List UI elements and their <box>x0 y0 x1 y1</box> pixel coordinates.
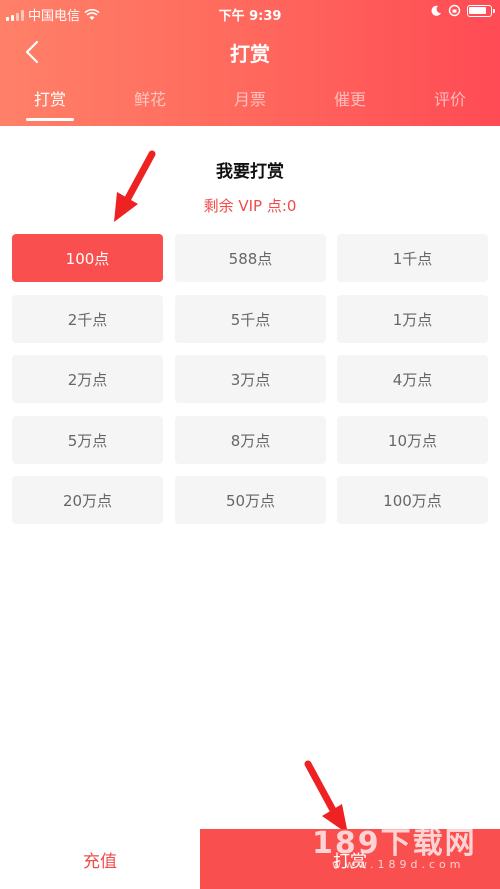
watermark-main-text: 189下载网 <box>312 826 477 861</box>
reward-option-10k[interactable]: 1万点 <box>337 295 488 343</box>
status-bar: 中国电信 下午 9:39 <box>0 0 500 26</box>
reward-option-30k[interactable]: 3万点 <box>175 355 326 403</box>
reward-option-2k[interactable]: 2千点 <box>12 295 163 343</box>
reward-option-1k[interactable]: 1千点 <box>337 234 488 282</box>
watermark: 189下载网 www.189d.com <box>312 818 477 871</box>
reward-option-588[interactable]: 588点 <box>175 234 326 282</box>
tab-bar: 打赏 鲜花 月票 催更 评价 <box>0 86 500 126</box>
active-tab-indicator <box>26 118 74 121</box>
reward-panel-title: 我要打赏 <box>216 162 284 182</box>
status-right <box>430 4 495 17</box>
tab-reward[interactable]: 打赏 <box>0 86 100 110</box>
tab-urge-update[interactable]: 催更 <box>300 86 400 110</box>
vip-balance: 剩余 VIP 点:0 <box>203 197 297 215</box>
watermark-sub-text: www.189d.com <box>332 858 465 871</box>
tab-monthly-ticket[interactable]: 月票 <box>200 86 300 110</box>
reward-option-40k[interactable]: 4万点 <box>337 355 488 403</box>
app-header: 中国电信 下午 9:39 打赏 打赏 鲜花 月票 催更 评价 <box>0 0 500 126</box>
tab-flowers[interactable]: 鲜花 <box>100 86 200 110</box>
reward-option-1m[interactable]: 100万点 <box>337 476 488 524</box>
tab-review[interactable]: 评价 <box>400 86 500 110</box>
moon-icon <box>431 5 441 16</box>
reward-option-50k[interactable]: 5万点 <box>12 416 163 464</box>
battery-icon <box>467 4 495 17</box>
recharge-button[interactable]: 充值 <box>0 829 200 889</box>
reward-option-500k[interactable]: 50万点 <box>175 476 326 524</box>
reward-option-80k[interactable]: 8万点 <box>175 416 326 464</box>
reward-option-20k[interactable]: 2万点 <box>12 355 163 403</box>
lock-rotation-icon <box>448 4 461 17</box>
status-time: 下午 9:39 <box>218 9 282 24</box>
reward-option-100k[interactable]: 10万点 <box>337 416 488 464</box>
reward-option-5k[interactable]: 5千点 <box>175 295 326 343</box>
annotation-arrow-icon <box>114 150 156 222</box>
reward-option-200k[interactable]: 20万点 <box>12 476 163 524</box>
page-title: 打赏 <box>230 42 270 66</box>
reward-option-100[interactable]: 100点 <box>12 234 163 282</box>
